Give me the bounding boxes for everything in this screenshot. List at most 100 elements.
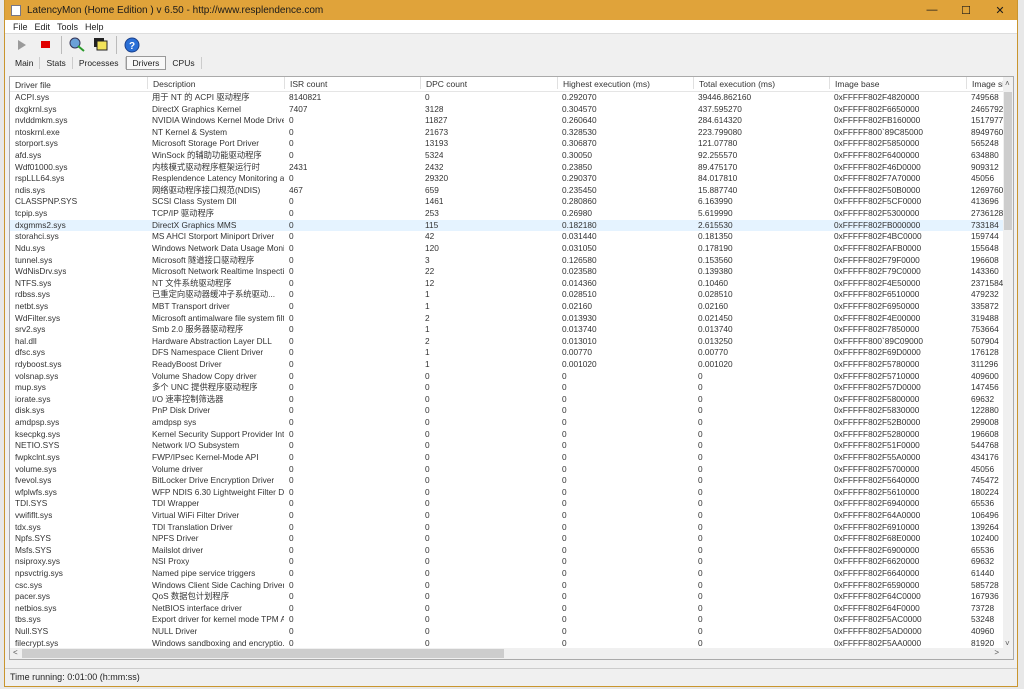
- maximize-button[interactable]: ☐: [949, 4, 983, 17]
- cell-driver-file: storport.sys: [15, 138, 58, 149]
- minimize-button[interactable]: —: [915, 4, 949, 17]
- scroll-down-icon[interactable]: ˅: [1005, 639, 1010, 648]
- table-row[interactable]: tunnel.sys Microsoft 隧道接口驱动程序 0 3 0.126580 0.…: [10, 255, 1008, 267]
- cell-highest-execution: 0: [562, 451, 567, 462]
- cell-isr-count: 0: [289, 486, 294, 497]
- help-icon[interactable]: ?: [123, 36, 141, 54]
- column-header-image-base[interactable]: Image base: [829, 77, 879, 89]
- table-row[interactable]: fvevol.sys BitLocker Drive Encryption Dri…: [10, 475, 1008, 487]
- horizontal-scroll-thumb[interactable]: [22, 649, 504, 658]
- table-row[interactable]: ndis.sys 网络驱动程序接口规范(NDIS) 467 659 0.235450 15…: [10, 185, 1008, 197]
- table-row[interactable]: iorate.sys I/O 速率控制筛选器 0 0 0 0 0xFFFFF802F5800…: [10, 394, 1008, 406]
- table-row[interactable]: mup.sys 多个 UNC 提供程序驱动程序 0 0 0 0 0xFFFFF802F57D…: [10, 382, 1008, 394]
- column-header-description[interactable]: Description: [147, 77, 196, 89]
- cell-description: Named pipe service triggers: [152, 567, 256, 578]
- table-row[interactable]: WdNisDrv.sys Microsoft Network Realtime I…: [10, 266, 1008, 278]
- table-row[interactable]: nsiproxy.sys NSI Proxy 0 0 0 0 0xFFFFF802F6620…: [10, 556, 1008, 568]
- table-row[interactable]: amdpsp.sys amdpsp sys 0 0 0 0 0xFFFFF802F52B00…: [10, 417, 1008, 429]
- menu-tools[interactable]: Tools: [57, 22, 78, 32]
- table-row[interactable]: Null.SYS NULL Driver 0 0 0 0 0xFFFFF802F5AD000…: [10, 626, 1008, 638]
- cell-description: NetBIOS interface driver: [152, 602, 242, 613]
- column-header-dpc-count[interactable]: DPC count: [420, 77, 467, 89]
- cell-total-execution: 0.00770: [698, 347, 728, 358]
- stop-icon[interactable]: [37, 36, 55, 54]
- cell-image-base: 0xFFFFF802FB160000: [834, 115, 921, 126]
- column-header-total-execution[interactable]: Total execution (ms): [693, 77, 775, 89]
- table-row[interactable]: NETIO.SYS Network I/O Subsystem 0 0 0 0 0xFFFF…: [10, 440, 1008, 452]
- tab-processes[interactable]: Processes: [73, 57, 126, 69]
- cell-description: 已重定向驱动器缓冲子系统驱动...: [152, 289, 276, 300]
- column-header-driver-file[interactable]: Driver file: [15, 80, 51, 92]
- table-row[interactable]: Msfs.SYS Mailslot driver 0 0 0 0 0xFFFFF802F69…: [10, 545, 1008, 557]
- table-row[interactable]: npsvctrig.sys Named pipe service triggers…: [10, 568, 1008, 580]
- table-row[interactable]: rdbss.sys 已重定向驱动器缓冲子系统驱动... 0 1 0.028510 0.02…: [10, 289, 1008, 301]
- table-row[interactable]: nvlddmkm.sys NVIDIA Windows Kernel Mode D…: [10, 115, 1008, 127]
- table-body: ACPI.sys 用于 NT 的 ACPI 驱动程序 8140821 0 0.29207…: [10, 92, 1008, 649]
- cell-total-execution: 5.619990: [698, 208, 733, 219]
- cell-total-execution: 0.02160: [698, 300, 728, 311]
- menu-file[interactable]: File: [13, 22, 28, 32]
- table-row[interactable]: storport.sys Microsoft Storage Port Drive…: [10, 138, 1008, 150]
- table-row[interactable]: netbios.sys NetBIOS interface driver 0 0 0 0 0…: [10, 603, 1008, 615]
- table-row[interactable]: fwpkclnt.sys FWP/IPsec Kernel-Mode API 0 0 0…: [10, 452, 1008, 464]
- cell-description: 用于 NT 的 ACPI 驱动程序: [152, 92, 250, 102]
- table-row[interactable]: WdFilter.sys Microsoft antimalware file s…: [10, 313, 1008, 325]
- table-row[interactable]: volume.sys Volume driver 0 0 0 0 0xFFFFF802F57…: [10, 464, 1008, 476]
- table-row[interactable]: vwififlt.sys Virtual WiFi Filter Driver 0 0…: [10, 510, 1008, 522]
- cell-image-base: 0xFFFFF802F69D0000: [834, 347, 921, 358]
- table-row[interactable]: Ndu.sys Windows Network Data Usage Monit.…: [10, 243, 1008, 255]
- table-row[interactable]: afd.sys WinSock 的辅助功能驱动程序 0 5324 0.30050 92.2…: [10, 150, 1008, 162]
- table-row[interactable]: hal.dll Hardware Abstraction Layer DLL 0 2 0…: [10, 336, 1008, 348]
- table-row[interactable]: rdyboost.sys ReadyBoost Driver 0 1 0.001020 0…: [10, 359, 1008, 371]
- column-header-highest-execution[interactable]: Highest execution (ms): [557, 77, 650, 89]
- table-row[interactable]: dxgkrnl.sys DirectX Graphics Kernel 7407 31…: [10, 104, 1008, 116]
- table-row[interactable]: srv2.sys Smb 2.0 服务器驱动程序 0 1 0.013740 0.01374…: [10, 324, 1008, 336]
- table-row[interactable]: csc.sys Windows Client Side Caching Drive…: [10, 580, 1008, 592]
- cell-image-size: 45056: [971, 463, 995, 474]
- cell-driver-file: hal.dll: [15, 335, 37, 346]
- table-row[interactable]: Wdf01000.sys 内核模式驱动程序框架运行时 2431 2432 0.23850…: [10, 162, 1008, 174]
- table-row[interactable]: dxgmms2.sys DirectX Graphics MMS 0 115 0.182…: [10, 219, 1008, 232]
- close-button[interactable]: ✕: [983, 4, 1017, 17]
- table-row[interactable]: volsnap.sys Volume Shadow Copy driver 0 0 0 0…: [10, 371, 1008, 383]
- table-row[interactable]: dfsc.sys DFS Namespace Client Driver 0 1 0.0…: [10, 347, 1008, 359]
- tab-cpus[interactable]: CPUs: [166, 57, 202, 69]
- table-row[interactable]: ksecpkg.sys Kernel Security Support Provi…: [10, 429, 1008, 441]
- table-row[interactable]: TDI.SYS TDI Wrapper 0 0 0 0 0xFFFFF802F6940000…: [10, 498, 1008, 510]
- table-row[interactable]: NTFS.sys NT 文件系统驱动程序 0 12 0.014360 0.10460 0xF…: [10, 278, 1008, 290]
- vertical-scrollbar[interactable]: ˄ ˅: [1003, 77, 1013, 649]
- menu-edit[interactable]: Edit: [35, 22, 51, 32]
- menu-help[interactable]: Help: [85, 22, 104, 32]
- cell-total-execution: 0: [698, 382, 703, 393]
- scroll-right-icon[interactable]: >: [994, 648, 999, 657]
- column-header-isr-count[interactable]: ISR count: [284, 77, 327, 89]
- table-row[interactable]: storahci.sys MS AHCI Storport Miniport Dr…: [10, 231, 1008, 243]
- table-row[interactable]: Npfs.SYS NPFS Driver 0 0 0 0 0xFFFFF802F68E000…: [10, 533, 1008, 545]
- vertical-scroll-thumb[interactable]: [1004, 92, 1012, 230]
- table-row[interactable]: ACPI.sys 用于 NT 的 ACPI 驱动程序 8140821 0 0.29207…: [10, 92, 1008, 104]
- tab-stats[interactable]: Stats: [40, 57, 73, 69]
- play-icon[interactable]: [13, 36, 31, 54]
- tab-drivers[interactable]: Drivers: [125, 56, 167, 70]
- scroll-up-icon[interactable]: ˄: [1005, 79, 1010, 88]
- scroll-left-icon[interactable]: <: [13, 648, 18, 657]
- table-row[interactable]: tbs.sys Export driver for kernel mode TPM…: [10, 614, 1008, 626]
- table-row[interactable]: CLASSPNP.SYS SCSI Class System Dll 0 1461 0.…: [10, 196, 1008, 208]
- windows-icon[interactable]: [92, 36, 110, 54]
- cell-isr-count: 0: [289, 173, 294, 184]
- table-row[interactable]: ntoskrnl.exe NT Kernel & System 0 21673 0.32…: [10, 127, 1008, 139]
- analyze-icon[interactable]: [68, 36, 86, 54]
- tab-main[interactable]: Main: [9, 57, 41, 69]
- table-row[interactable]: netbt.sys MBT Transport driver 0 1 0.02160 0.…: [10, 301, 1008, 313]
- cell-dpc-count: 0: [425, 602, 430, 613]
- table-row[interactable]: disk.sys PnP Disk Driver 0 0 0 0 0xFFFFF802F58…: [10, 405, 1008, 417]
- table-row[interactable]: pacer.sys QoS 数据包计划程序 0 0 0 0 0xFFFFF802F64C00…: [10, 591, 1008, 603]
- cell-highest-execution: 0: [562, 544, 567, 555]
- table-row[interactable]: rspLLL64.sys Resplendence Latency Monitor…: [10, 173, 1008, 185]
- horizontal-scrollbar[interactable]: < >: [10, 648, 1013, 659]
- table-row[interactable]: tcpip.sys TCP/IP 驱动程序 0 253 0.26980 5.619990 0…: [10, 208, 1008, 220]
- table-row[interactable]: tdx.sys TDI Translation Driver 0 0 0 0 0xFFFFF…: [10, 522, 1008, 534]
- cell-highest-execution: 0.260640: [562, 115, 597, 126]
- cell-description: Export driver for kernel mode TPM API: [152, 614, 284, 625]
- table-row[interactable]: wfplwfs.sys WFP NDIS 6.30 Lightweight Fil…: [10, 487, 1008, 499]
